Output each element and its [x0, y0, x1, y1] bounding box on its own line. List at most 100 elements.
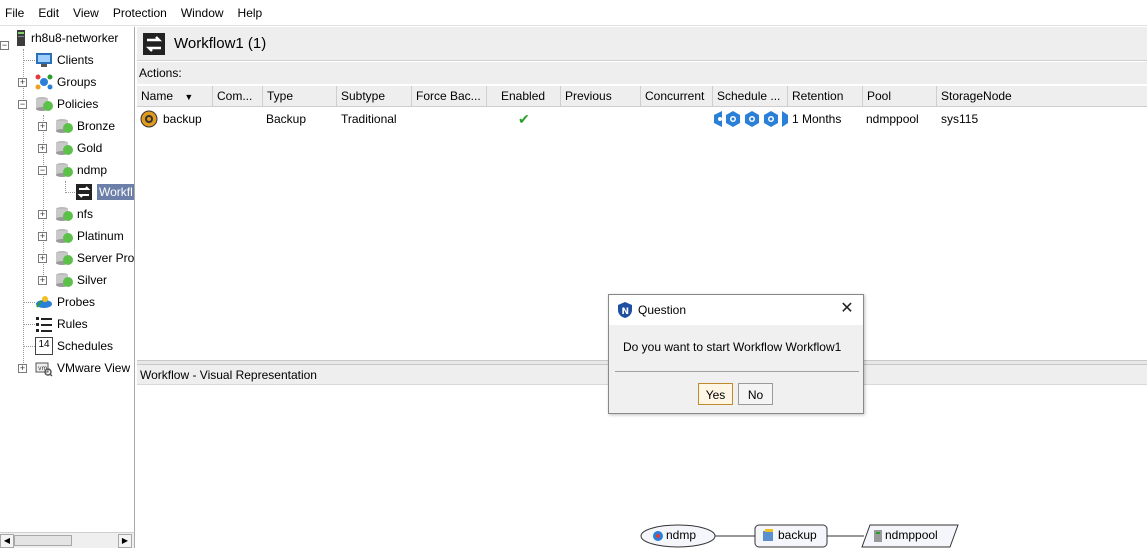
column-header-storage-node[interactable]: StorageNode [937, 86, 1147, 107]
ndmp-policy-icon [653, 531, 663, 541]
menu-file[interactable]: File [0, 0, 33, 26]
question-dialog: N Question ✕ Do you want to start Workfl… [608, 294, 864, 414]
collapse-icon[interactable]: − [38, 166, 47, 175]
tree-item-label: Bronze [77, 119, 116, 133]
tree-item-label: Policies [57, 97, 99, 111]
tree-item-ndmp[interactable]: ndmp [55, 159, 107, 181]
tree-item-probes[interactable]: Probes [35, 291, 95, 313]
column-header-retention[interactable]: Retention [788, 86, 863, 107]
schedule-gear-icon [714, 111, 722, 127]
expand-icon[interactable]: + [38, 144, 47, 153]
tree-item-gold[interactable]: Gold [55, 137, 102, 159]
yes-button[interactable]: Yes [698, 383, 733, 405]
column-header-previous[interactable]: Previous [561, 86, 641, 107]
page-title: Workflow1 (1) [174, 35, 267, 52]
scroll-left-icon[interactable]: ◀ [0, 534, 14, 548]
expand-icon[interactable]: + [18, 364, 27, 373]
policy-icon [55, 227, 73, 245]
actions-table-header: Name ▼ Com... Type Subtype Force Bac... … [137, 86, 1147, 107]
cell-name: backup [163, 112, 202, 126]
scrollbar-thumb[interactable] [14, 535, 72, 546]
networker-shield-icon: N [617, 301, 633, 319]
tree-item-groups[interactable]: Groups [35, 71, 96, 93]
tree-item-bronze[interactable]: Bronze [55, 115, 115, 137]
dialog-title: Question [638, 303, 687, 317]
menu-bar: File Edit View Protection Window Help [0, 0, 1147, 26]
column-header-pool[interactable]: Pool [863, 86, 937, 107]
calendar-icon-number: 14 [38, 339, 50, 350]
policy-icon [55, 139, 73, 157]
tree-item-label: Clients [57, 53, 94, 67]
tree-item-policies[interactable]: Policies [35, 93, 98, 115]
tree-item-label: Gold [77, 141, 103, 155]
collapse-icon[interactable]: − [0, 40, 9, 50]
enabled-check-icon: ✔ [518, 111, 530, 127]
column-header-enabled[interactable]: Enabled [487, 86, 561, 107]
tree-item-label: Rules [57, 317, 88, 331]
tree-item-platinum[interactable]: Platinum [55, 225, 124, 247]
schedule-icons [713, 109, 791, 129]
menu-window[interactable]: Window [176, 0, 233, 26]
vmware-icon: vm [35, 359, 53, 377]
expand-icon[interactable]: + [38, 276, 47, 285]
close-icon[interactable]: ✕ [839, 301, 855, 317]
svg-text:vm: vm [38, 365, 48, 372]
svg-text:N: N [622, 307, 630, 317]
policy-icon [55, 205, 73, 223]
scroll-right-icon[interactable]: ▶ [118, 534, 132, 548]
cell-subtype: Traditional [341, 112, 397, 126]
dialog-separator [615, 371, 859, 372]
tree-item-vmware-view[interactable]: vm VMware View [35, 357, 130, 379]
policy-node-label[interactable]: ndmp [666, 528, 696, 542]
actions-label: Actions: [137, 62, 1147, 84]
schedule-gear-icon [782, 111, 788, 127]
schedule-gear-icon [726, 111, 740, 127]
expand-icon[interactable]: + [38, 254, 47, 263]
tree-guide-line [23, 302, 35, 303]
schedule-gear-icon [764, 111, 778, 127]
column-header-force-backup[interactable]: Force Bac... [412, 86, 487, 107]
expand-icon[interactable]: + [18, 78, 27, 87]
menu-edit[interactable]: Edit [33, 0, 68, 26]
column-header-comment[interactable]: Com... [213, 86, 263, 107]
tree-item-clients[interactable]: Clients [35, 49, 94, 71]
column-header-subtype[interactable]: Subtype [337, 86, 412, 107]
tree-item-server-protection[interactable]: Server Pro [55, 247, 134, 269]
tree-guide-line [23, 60, 35, 61]
tree-guide-line [65, 192, 75, 193]
column-header-name[interactable]: Name ▼ [137, 86, 213, 107]
tree-item-label: Workfl [97, 184, 134, 200]
tree-item-silver[interactable]: Silver [55, 269, 107, 291]
tree-item-label: Groups [57, 75, 97, 89]
expand-icon[interactable]: + [38, 210, 47, 219]
pool-node-label[interactable]: ndmppool [885, 528, 938, 542]
menu-view[interactable]: View [68, 0, 108, 26]
cell-type: Backup [266, 112, 307, 126]
tree-item-rules[interactable]: Rules [35, 313, 88, 335]
column-header-concurrent[interactable]: Concurrent [641, 86, 713, 107]
menu-help[interactable]: Help [233, 0, 272, 26]
action-node-label[interactable]: backup [778, 528, 817, 542]
expand-icon[interactable]: + [38, 232, 47, 241]
tree-item-label: Server Pro [77, 251, 135, 265]
tree-item-root[interactable]: − rh8u8-networker [0, 27, 118, 50]
tree-item-schedules[interactable]: 14 Schedules [35, 335, 113, 357]
tree-guide-line [23, 346, 35, 347]
collapse-icon[interactable]: − [18, 100, 27, 109]
tree-item-label: Schedules [57, 339, 114, 353]
schedule-gear-icon [745, 111, 759, 127]
tree-horizontal-scrollbar[interactable]: ◀ ▶ [0, 532, 135, 548]
no-button[interactable]: No [738, 383, 773, 405]
tree-item-nfs[interactable]: nfs [55, 203, 93, 225]
tree-item-workflow[interactable]: Workfl [75, 181, 134, 203]
cell-retention: 1 Months [792, 112, 842, 126]
table-row[interactable]: backup Backup Traditional ✔ 1 Months ndm… [137, 108, 1147, 130]
tree-guide-line [23, 324, 35, 325]
column-header-schedule[interactable]: Schedule ... [713, 86, 788, 107]
menu-protection[interactable]: Protection [108, 0, 176, 26]
expand-icon[interactable]: + [38, 122, 47, 131]
cell-storage-node: sys115 [941, 112, 979, 126]
policy-icon [55, 117, 73, 135]
sort-down-icon: ▼ [184, 92, 194, 102]
column-header-type[interactable]: Type [263, 86, 337, 107]
